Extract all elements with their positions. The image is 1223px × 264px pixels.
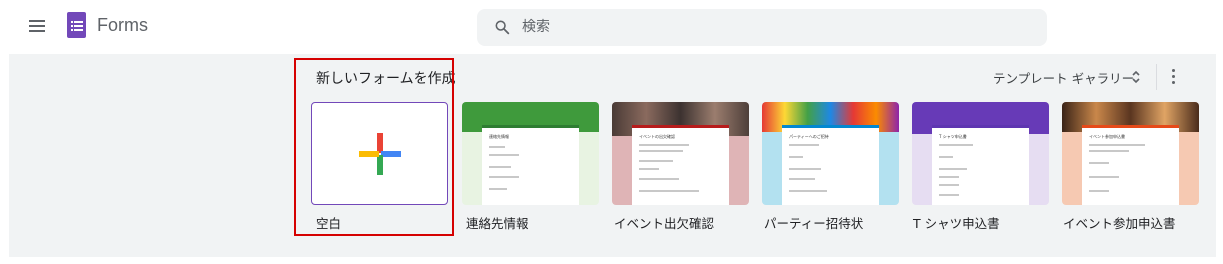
form-preview-title: T シャツ申込書 [939, 134, 967, 139]
template-card-tshirt-order[interactable]: T シャツ申込書 [912, 102, 1049, 205]
template-label-party-invite[interactable]: パーティー招待状 [764, 213, 863, 232]
search-bar[interactable] [477, 9, 1047, 46]
form-preview: イベントの出欠確認 [632, 125, 729, 205]
template-card-event-registration[interactable]: イベント参加申込書 [1062, 102, 1199, 205]
form-preview-title: イベント参加申込書 [1089, 134, 1125, 139]
form-preview: イベント参加申込書 [1082, 125, 1179, 205]
form-preview-title: パーティーへのご招待 [789, 134, 829, 139]
template-card-party-invite[interactable]: パーティーへのご招待 [762, 102, 899, 205]
template-label-contact-info[interactable]: 連絡先情報 [466, 213, 529, 232]
template-label-event-registration[interactable]: イベント参加申込書 [1063, 213, 1176, 232]
search-icon[interactable] [494, 19, 510, 35]
form-preview-title: 連絡先情報 [489, 134, 509, 139]
template-card-contact-info[interactable]: 連絡先情報 [462, 102, 599, 205]
template-label-event-rsvp[interactable]: イベント出欠確認 [614, 213, 714, 232]
more-options-icon[interactable] [1170, 68, 1178, 86]
unfold-more-icon[interactable] [1131, 70, 1141, 84]
form-preview: パーティーへのご招待 [782, 125, 879, 205]
forms-logo-icon[interactable] [67, 12, 86, 38]
toolbar-divider [1156, 64, 1157, 90]
template-card-event-rsvp[interactable]: イベントの出欠確認 [612, 102, 749, 205]
app-title[interactable]: Forms [97, 15, 148, 36]
highlight-box [294, 58, 454, 236]
form-preview-title: イベントの出欠確認 [639, 134, 675, 139]
form-preview: 連絡先情報 [482, 125, 579, 205]
template-label-tshirt-order[interactable]: T シャツ申込書 [913, 213, 1000, 232]
search-input[interactable] [522, 17, 1002, 37]
app-header: Forms [0, 0, 1223, 54]
form-preview: T シャツ申込書 [932, 125, 1029, 205]
main-menu-icon[interactable] [29, 20, 45, 32]
template-gallery-button[interactable]: テンプレート ギャラリー [993, 68, 1134, 87]
